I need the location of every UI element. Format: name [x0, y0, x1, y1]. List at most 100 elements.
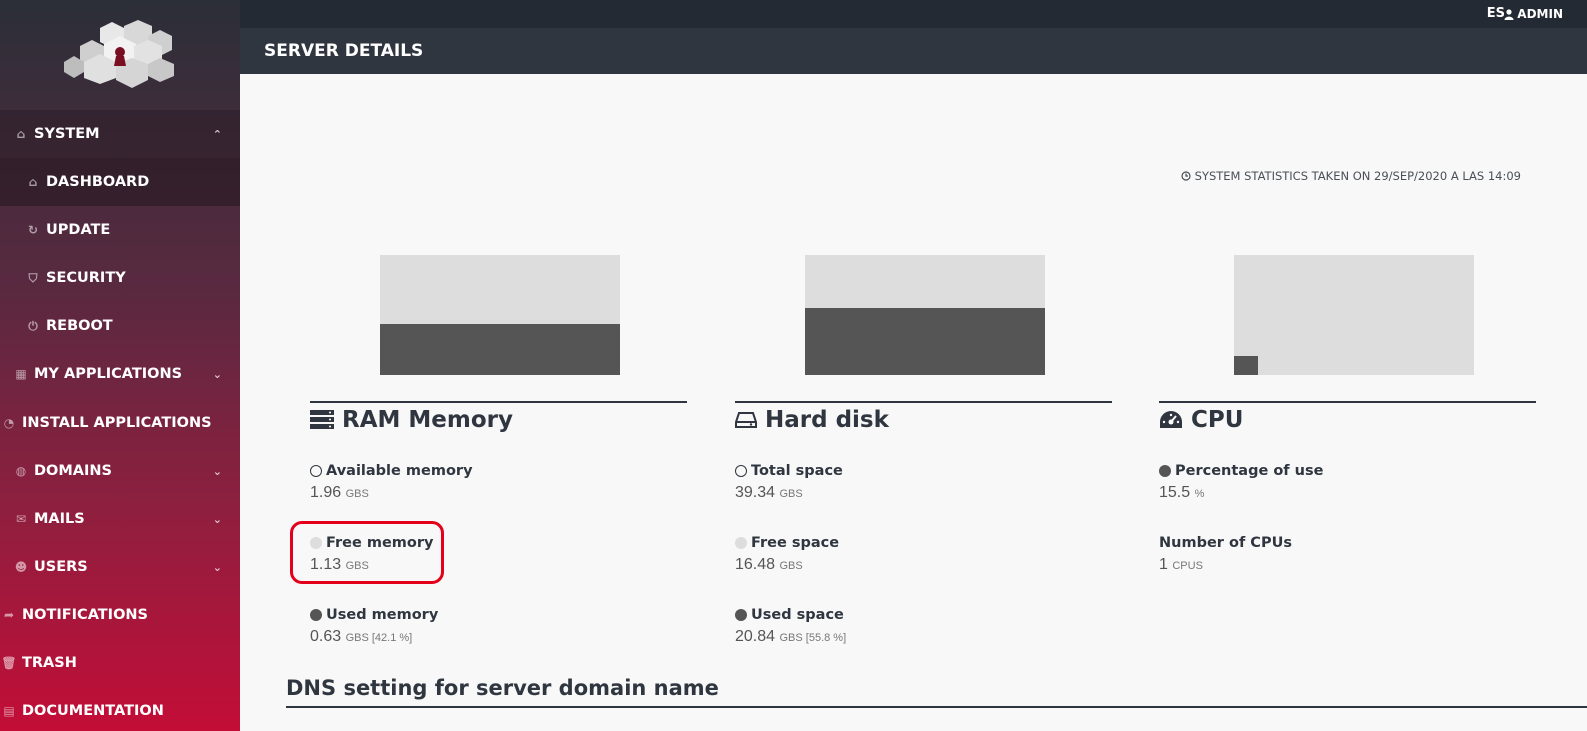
- cpu-count-unit: CPUS: [1172, 560, 1203, 572]
- sidebar-item-update[interactable]: ↻ UPDATE: [0, 206, 240, 254]
- free-space-unit: GBS: [779, 560, 803, 572]
- available-memory-stat: Available memory 1.96 GBS: [310, 463, 473, 502]
- free-memory-highlight: [290, 521, 444, 584]
- cpu-section: CPU Percentage of use 15.5 % Number of C…: [1159, 401, 1536, 573]
- cpu-usage-stat: Percentage of use 15.5 %: [1159, 463, 1323, 502]
- sidebar-item-dashboard[interactable]: ⌂ DASHBOARD: [0, 158, 240, 206]
- available-memory-label: Available memory: [326, 463, 473, 479]
- free-space-label: Free space: [751, 535, 840, 551]
- home-icon: ⌂: [28, 175, 38, 189]
- free-space-value: 16.48: [735, 556, 776, 573]
- envelope-icon: ✉: [15, 512, 27, 526]
- sidebar-item-label: SECURITY: [46, 270, 126, 286]
- tachometer-icon: ◔: [3, 416, 15, 430]
- disk-title: Hard disk: [735, 407, 889, 433]
- used-memory-unit: GBS [42.1 %]: [345, 632, 413, 644]
- shield-icon: ⛉: [28, 270, 38, 285]
- used-memory-stat: Used memory 0.63 GBS [42.1 %]: [310, 607, 438, 646]
- share-icon: ➦: [3, 608, 15, 622]
- sidebar-item-label: DASHBOARD: [46, 174, 150, 190]
- ram-title-text: RAM Memory: [342, 407, 513, 433]
- used-memory-label: Used memory: [326, 607, 439, 623]
- sidebar-item-my-applications[interactable]: ▦ MY APPLICATIONS ⌄: [0, 350, 240, 398]
- sidebar-item-documentation[interactable]: ▤ DOCUMENTATION: [0, 687, 240, 731]
- sidebar-item-install-applications[interactable]: ◔ INSTALL APPLICATIONS: [0, 399, 240, 447]
- sidebar-item-reboot[interactable]: ⏻ REBOOT: [0, 302, 240, 350]
- used-space-label: Used space: [751, 607, 844, 623]
- sidebar-item-label: DOCUMENTATION: [22, 703, 164, 719]
- server-icon: [310, 410, 334, 429]
- stats-timestamp-text: SYSTEM STATISTICS TAKEN ON 29/SEP/2020 A…: [1194, 169, 1521, 183]
- sidebar-item-mails[interactable]: ✉ MAILS ⌄: [0, 495, 240, 543]
- cpu-usage-gauge: [1234, 255, 1474, 375]
- top-bar: ES ADMIN: [240, 0, 1587, 28]
- cpu-title: CPU: [1159, 407, 1243, 433]
- sidebar-item-security[interactable]: ⛉ SECURITY: [0, 254, 240, 302]
- cloud-logo: [64, 20, 174, 88]
- circle-dark-icon: [310, 609, 322, 621]
- used-memory-value: 0.63: [310, 628, 342, 645]
- trash-icon: 🗑: [1, 656, 17, 670]
- sidebar: ⌂ SYSTEM ⌃ ⌂ DASHBOARD ↻ UPDATE ⛉ SECURI…: [0, 0, 240, 731]
- cpu-count-label: Number of CPUs: [1159, 535, 1292, 551]
- circle-dark-icon: [735, 609, 747, 621]
- sidebar-item-label: MAILS: [34, 511, 85, 527]
- clock-icon: [1181, 171, 1191, 181]
- free-space-stat: Free space 16.48 GBS: [735, 535, 839, 574]
- dns-section-divider: [286, 706, 1587, 708]
- circle-dark-icon: [1159, 465, 1171, 477]
- ram-usage-gauge: [380, 255, 620, 375]
- cpu-usage-fill: [1234, 356, 1258, 375]
- sidebar-item-users[interactable]: ☻ USERS ⌄: [0, 543, 240, 591]
- users-icon: ☻: [14, 560, 28, 574]
- disk-usage-gauge: [805, 255, 1045, 375]
- sidebar-item-label: TRASH: [22, 655, 77, 671]
- ram-usage-fill: [380, 324, 620, 375]
- user-icon: [1504, 8, 1514, 20]
- total-space-stat: Total space 39.34 GBS: [735, 463, 843, 502]
- used-space-value: 20.84: [735, 628, 776, 645]
- user-name: ADMIN: [1517, 7, 1563, 21]
- sidebar-item-domains[interactable]: ◍ DOMAINS ⌄: [0, 447, 240, 495]
- sidebar-item-label: MY APPLICATIONS: [34, 366, 183, 382]
- sidebar-item-label: USERS: [34, 559, 88, 575]
- globe-icon: ◍: [15, 464, 27, 478]
- cpu-count-stat: Number of CPUs 1 CPUS: [1159, 535, 1292, 574]
- total-space-label: Total space: [751, 463, 843, 479]
- ram-title: RAM Memory: [310, 407, 513, 433]
- chevron-down-icon: ⌄: [212, 367, 222, 381]
- sidebar-item-label: DOMAINS: [34, 463, 112, 479]
- sidebar-item-label: SYSTEM: [34, 126, 100, 142]
- cpu-count-value: 1: [1159, 556, 1168, 573]
- disk-section: Hard disk Total space 39.34 GBS Free spa…: [735, 401, 1112, 645]
- power-icon: ⏻: [28, 318, 38, 333]
- home-icon: ⌂: [16, 127, 26, 141]
- sidebar-item-label: NOTIFICATIONS: [22, 607, 148, 623]
- chevron-down-icon: ⌄: [212, 512, 222, 526]
- disk-title-text: Hard disk: [765, 407, 889, 433]
- sidebar-item-label: UPDATE: [46, 222, 111, 238]
- user-menu[interactable]: ADMIN: [1504, 7, 1563, 21]
- total-space-unit: GBS: [779, 488, 803, 500]
- chevron-down-icon: ⌄: [212, 560, 222, 574]
- language-switch[interactable]: ES: [1487, 6, 1505, 21]
- disk-usage-fill: [805, 308, 1045, 375]
- stats-timestamp: SYSTEM STATISTICS TAKEN ON 29/SEP/2020 A…: [1181, 169, 1521, 183]
- cpu-usage-label: Percentage of use: [1175, 463, 1324, 479]
- tachometer-icon: [1160, 411, 1182, 428]
- available-memory-value: 1.96: [310, 484, 342, 501]
- dns-section-title: DNS setting for server domain name: [286, 676, 719, 700]
- chevron-down-icon: ⌄: [212, 464, 222, 478]
- sidebar-item-notifications[interactable]: ➦ NOTIFICATIONS: [0, 591, 240, 639]
- circle-outline-icon: [735, 465, 747, 477]
- page-header: SERVER DETAILS: [240, 28, 1587, 74]
- used-space-stat: Used space 20.84 GBS [55.8 %]: [735, 607, 846, 646]
- ram-section: RAM Memory Available memory 1.96 GBS Fre…: [310, 401, 687, 645]
- sidebar-item-trash[interactable]: 🗑 TRASH: [0, 639, 240, 687]
- available-memory-unit: GBS: [345, 488, 369, 500]
- circle-light-icon: [735, 537, 747, 549]
- grid-icon: ▦: [15, 367, 27, 381]
- cpu-usage-unit: %: [1194, 488, 1205, 500]
- hard-drive-icon: [735, 412, 757, 428]
- sidebar-item-system[interactable]: ⌂ SYSTEM ⌃: [0, 110, 240, 158]
